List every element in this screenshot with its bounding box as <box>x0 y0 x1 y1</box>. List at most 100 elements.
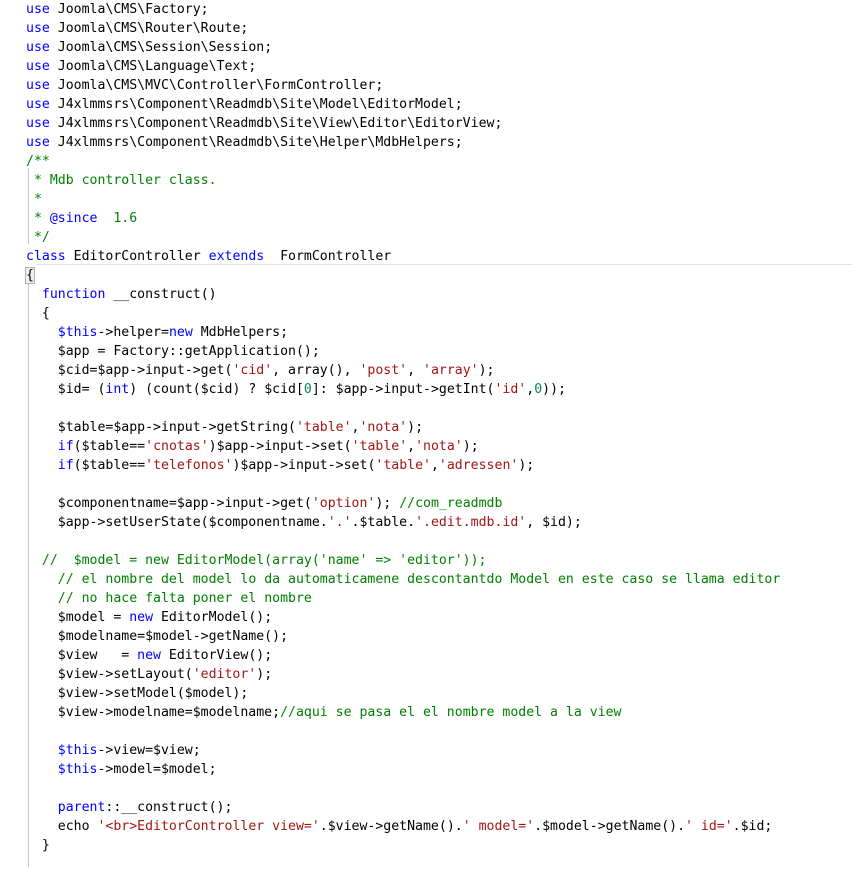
code-line[interactable]: use Joomla\CMS\MVC\Controller\FormContro… <box>26 76 383 95</box>
code-token-cmt: * <box>26 192 42 207</box>
code-line[interactable]: class EditorController extends FormContr… <box>26 247 391 266</box>
code-token: EditorController <box>65 249 209 264</box>
code-token: $table=$app->input->getString( <box>26 420 296 435</box>
code-line[interactable]: use J4xlmmsrs\Component\Readmdb\Site\Mod… <box>26 95 463 114</box>
code-token: J4xlmmsrs\Component\Readmdb\Site\Helper\… <box>49 135 463 150</box>
code-line[interactable]: echo '<br>EditorController view='.$view-… <box>26 817 773 836</box>
code-line[interactable]: $id= (int) (count($cid) ? $cid[0]: $app-… <box>26 380 566 399</box>
code-token-str: 'telefonos' <box>145 458 233 473</box>
code-token: .$model->getName(). <box>534 819 686 834</box>
code-token: , array(), <box>272 363 360 378</box>
code-token-kw: use <box>26 59 50 74</box>
code-token: ); <box>518 458 535 473</box>
code-token-kw: @since <box>49 211 98 226</box>
code-token-cmt: // el nombre del model lo da automaticam… <box>57 572 781 587</box>
code-token-kw: if <box>57 439 74 454</box>
code-token-kw: class <box>26 249 66 264</box>
code-token-cmt: */ <box>26 230 50 245</box>
code-line[interactable]: use Joomla\CMS\Session\Session; <box>26 38 272 57</box>
code-token: , $id); <box>526 515 582 530</box>
code-token: ->helper= <box>97 325 169 340</box>
code-line[interactable]: $componentname=$app->input->get('option'… <box>26 494 503 513</box>
code-token-cmt: //aqui se pasa el el nombre model a la v… <box>280 705 622 720</box>
code-line[interactable]: $view = new EditorView(); <box>26 646 272 665</box>
code-token: $id= ( <box>26 382 106 397</box>
code-line[interactable]: // $model = new EditorModel(array('name'… <box>26 551 487 570</box>
code-token-cmt: // $model = new EditorModel(array('name'… <box>26 553 487 568</box>
code-token: $modelname=$model->getName(); <box>26 629 289 644</box>
code-line[interactable]: use J4xlmmsrs\Component\Readmdb\Site\Vie… <box>26 114 502 133</box>
code-token-str: 'array' <box>423 363 479 378</box>
code-token: )$app->input->set( <box>232 458 376 473</box>
code-token-kw: use <box>26 116 50 131</box>
code-token-kw: $this <box>57 743 98 758</box>
code-token-cmt: * <box>26 211 50 226</box>
code-line[interactable]: $this->helper=new MdbHelpers; <box>26 323 288 342</box>
code-token-str: 'table' <box>351 439 408 454</box>
code-line[interactable]: use Joomla\CMS\Router\Route; <box>26 19 248 38</box>
code-token: EditorModel(); <box>153 610 273 625</box>
code-token-str: 'nota' <box>359 420 408 435</box>
code-token-brace: { <box>25 267 35 284</box>
code-line[interactable]: // el nombre del model lo da automaticam… <box>26 570 781 589</box>
code-line[interactable]: { <box>25 266 35 285</box>
code-line[interactable]: { <box>26 304 50 323</box>
code-line[interactable]: * @since 1.6 <box>26 209 137 228</box>
code-line[interactable]: $view->setModel($model); <box>26 684 249 703</box>
code-token: .$view->getName(). <box>319 819 463 834</box>
code-line[interactable]: $this->model=$model; <box>26 760 217 779</box>
code-token-kw: use <box>26 97 50 112</box>
code-token: ); <box>407 420 424 435</box>
code-line[interactable]: * <box>26 190 42 209</box>
code-token-cmt: // no hace falta poner el nombre <box>57 591 312 606</box>
code-token: { <box>26 306 50 321</box>
code-token-str: 'cnotas' <box>145 439 209 454</box>
code-token: $model = <box>26 610 130 625</box>
code-token: , <box>407 439 416 454</box>
code-token: __construct() <box>105 287 217 302</box>
code-line[interactable]: $app->setUserState($componentname.'.'.$t… <box>26 513 582 532</box>
code-line[interactable]: use Joomla\CMS\Factory; <box>26 0 209 19</box>
code-line[interactable]: $app = Factory::getApplication(); <box>26 342 320 361</box>
code-editor[interactable]: use Joomla\CMS\Factory; use Joomla\CMS\Ro… <box>0 0 852 869</box>
code-token: .$id; <box>732 819 773 834</box>
code-token-kw: function <box>41 287 106 302</box>
code-line[interactable]: $view->setLayout('editor'); <box>26 665 272 684</box>
code-line[interactable]: $this->view=$view; <box>26 741 201 760</box>
code-line[interactable]: if($table=='cnotas')$app->input->set('ta… <box>26 437 479 456</box>
code-line[interactable]: use Joomla\CMS\Language\Text; <box>26 57 256 76</box>
code-line[interactable]: * Mdb controller class. <box>26 171 217 190</box>
code-line[interactable]: use J4xlmmsrs\Component\Readmdb\Site\Hel… <box>26 133 463 152</box>
code-token-num: 0 <box>303 382 312 397</box>
code-line[interactable]: $view->modelname=$modelname;//aqui se pa… <box>26 703 622 722</box>
code-line[interactable]: /** <box>26 152 50 171</box>
code-line[interactable]: */ <box>26 228 50 247</box>
code-token-str: '<br>EditorController view=' <box>97 819 320 834</box>
code-line[interactable]: // no hace falta poner el nombre <box>26 589 312 608</box>
code-token-kw: use <box>26 21 50 36</box>
code-line[interactable]: $model = new EditorModel(); <box>26 608 272 627</box>
code-line[interactable]: $modelname=$model->getName(); <box>26 627 288 646</box>
code-line[interactable]: function __construct() <box>26 285 217 304</box>
code-token-kw: extends <box>208 249 265 264</box>
code-token-str: '.edit.mdb.id' <box>415 515 527 530</box>
code-token: J4xlmmsrs\Component\Readmdb\Site\View\Ed… <box>49 116 503 131</box>
code-token-kw: new <box>168 325 193 340</box>
code-token: $app->setUserState($componentname. <box>26 515 328 530</box>
code-token: } <box>26 838 50 853</box>
code-token-str: 'id' <box>494 382 527 397</box>
code-token: MdbHelpers; <box>192 325 289 340</box>
code-line[interactable]: parent::__construct(); <box>26 798 233 817</box>
code-line[interactable]: $table=$app->input->getString('table','n… <box>26 418 423 437</box>
code-line[interactable]: if($table=='telefonos')$app->input->set(… <box>26 456 534 475</box>
code-token-str: 'editor' <box>192 667 257 682</box>
code-line[interactable]: $cid=$app->input->get('cid', array(), 'p… <box>26 361 495 380</box>
code-line[interactable]: } <box>26 836 50 855</box>
